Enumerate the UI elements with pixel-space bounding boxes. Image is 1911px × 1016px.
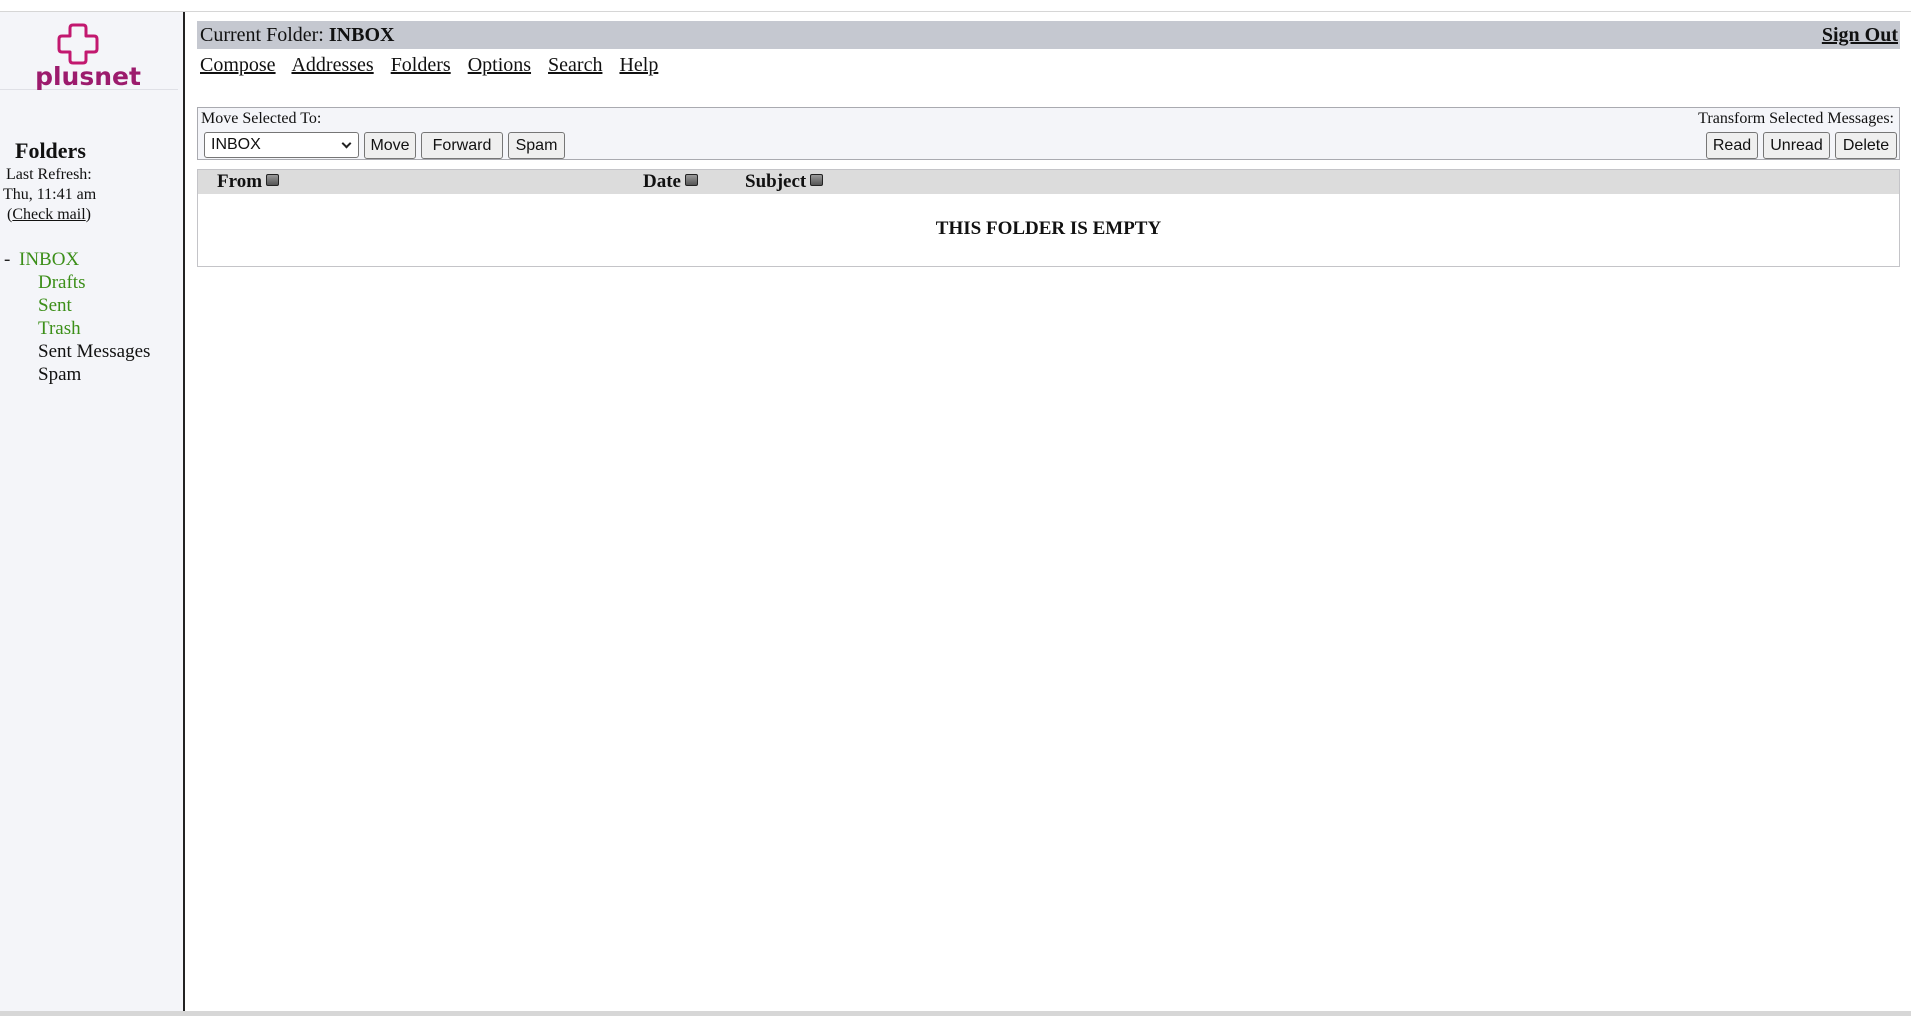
nav-compose[interactable]: Compose (200, 54, 276, 76)
delete-button[interactable]: Delete (1835, 132, 1897, 159)
mark-read-button[interactable]: Read (1706, 132, 1758, 159)
sort-icon[interactable] (266, 174, 280, 186)
nav-help[interactable]: Help (619, 54, 658, 76)
folder-label[interactable]: INBOX (19, 249, 79, 270)
current-folder-marker: - (4, 249, 11, 270)
check-mail-link[interactable]: Check mail (12, 206, 85, 223)
browser-bookmark-strip (0, 0, 1911, 12)
folder-label[interactable]: Spam (38, 364, 81, 385)
folder-item-spam[interactable]: Spam (4, 363, 150, 386)
message-list: From Date Subject THIS FOLDER IS EMPTY (197, 169, 1900, 267)
transform-selected-label: Transform Selected Messages: (1698, 110, 1894, 127)
nav-options[interactable]: Options (468, 54, 531, 76)
column-label: From (217, 171, 263, 192)
folder-list: - INBOX Drafts Sent Trash Sent Messages S… (4, 248, 150, 386)
check-mail-close-paren: ) (85, 206, 91, 223)
folders-title: Folders (15, 138, 86, 163)
message-actions-bar: Move Selected To: Transform Selected Mes… (197, 107, 1900, 160)
column-label: Subject (745, 171, 807, 192)
move-target-value: INBOX (211, 136, 261, 153)
logo[interactable]: plusnet (0, 12, 178, 91)
column-subject[interactable]: Subject (745, 171, 824, 193)
sidebar: plusnet Folders Last Refresh: Thu, 11:41… (0, 12, 185, 1011)
plusnet-logo-icon (57, 23, 99, 65)
move-target-select[interactable]: INBOX (204, 132, 359, 158)
folder-label[interactable]: Trash (38, 318, 81, 339)
current-folder-name: INBOX (328, 24, 395, 46)
last-refresh-time: Thu, 11:41 am (3, 186, 97, 203)
folder-item-trash[interactable]: Trash (4, 317, 150, 340)
column-from[interactable]: From (217, 171, 280, 193)
move-button[interactable]: Move (364, 132, 416, 159)
column-label: Date (643, 171, 681, 192)
move-selected-label: Move Selected To: (201, 110, 322, 127)
brand-name: plusnet (35, 62, 141, 91)
last-refresh-label: Last Refresh: (6, 166, 92, 183)
folder-item-inbox[interactable]: - INBOX (4, 248, 150, 271)
nav-folders[interactable]: Folders (391, 54, 451, 76)
check-mail: (Check mail) (7, 206, 91, 224)
folder-label[interactable]: Sent Messages (38, 341, 150, 362)
folder-item-drafts[interactable]: Drafts (4, 271, 150, 294)
message-list-header: From Date Subject (198, 170, 1899, 194)
window-bottom-bar (0, 1011, 1911, 1016)
folder-item-sent[interactable]: Sent (4, 294, 150, 317)
mark-unread-button[interactable]: Unread (1763, 132, 1830, 159)
nav-addresses[interactable]: Addresses (291, 54, 373, 76)
main-nav: Compose Addresses Folders Options Search… (200, 54, 670, 77)
chevron-down-icon (341, 138, 352, 149)
spam-button[interactable]: Spam (508, 132, 565, 159)
folder-label[interactable]: Drafts (38, 272, 85, 293)
current-folder-label: Current Folder: (200, 24, 329, 46)
forward-button[interactable]: Forward (421, 132, 503, 159)
sort-icon[interactable] (810, 174, 824, 186)
current-folder-bar: Current Folder: INBOX Sign Out (197, 21, 1900, 49)
sign-out-link[interactable]: Sign Out (1822, 21, 1898, 49)
column-date[interactable]: Date (643, 171, 698, 193)
sort-icon[interactable] (684, 174, 698, 186)
folder-item-sent-messages[interactable]: Sent Messages (4, 340, 150, 363)
folder-label[interactable]: Sent (38, 295, 72, 316)
nav-search[interactable]: Search (548, 54, 602, 76)
empty-folder-message: THIS FOLDER IS EMPTY (935, 218, 1162, 239)
